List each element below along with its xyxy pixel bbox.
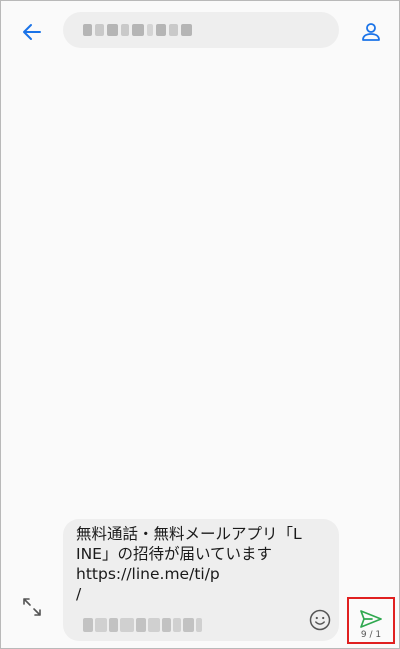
send-highlight: 9 / 1 xyxy=(347,597,395,644)
smiley-icon xyxy=(309,609,331,631)
send-icon xyxy=(360,610,382,628)
url-redacted xyxy=(83,618,202,632)
message-text: 無料通話・無料メールアプリ「LINE」の招待が届いています https://li… xyxy=(76,525,302,603)
top-bar xyxy=(1,1,399,63)
expand-icon xyxy=(23,598,41,616)
recipient-field[interactable] xyxy=(63,12,339,48)
arrow-left-icon xyxy=(23,24,41,40)
expand-button[interactable] xyxy=(16,591,48,623)
back-button[interactable] xyxy=(15,15,49,49)
message-input[interactable]: 無料通話・無料メールアプリ「LINE」の招待が届いています https://li… xyxy=(63,519,339,641)
contact-button[interactable] xyxy=(354,15,388,49)
send-button[interactable] xyxy=(359,609,383,629)
segment-counter: 9 / 1 xyxy=(360,630,382,640)
sms-compose-screen: 無料通話・無料メールアプリ「LINE」の招待が届いています https://li… xyxy=(0,0,400,649)
recipient-redacted xyxy=(83,22,192,38)
person-icon xyxy=(362,23,380,41)
emoji-button[interactable] xyxy=(307,607,333,633)
